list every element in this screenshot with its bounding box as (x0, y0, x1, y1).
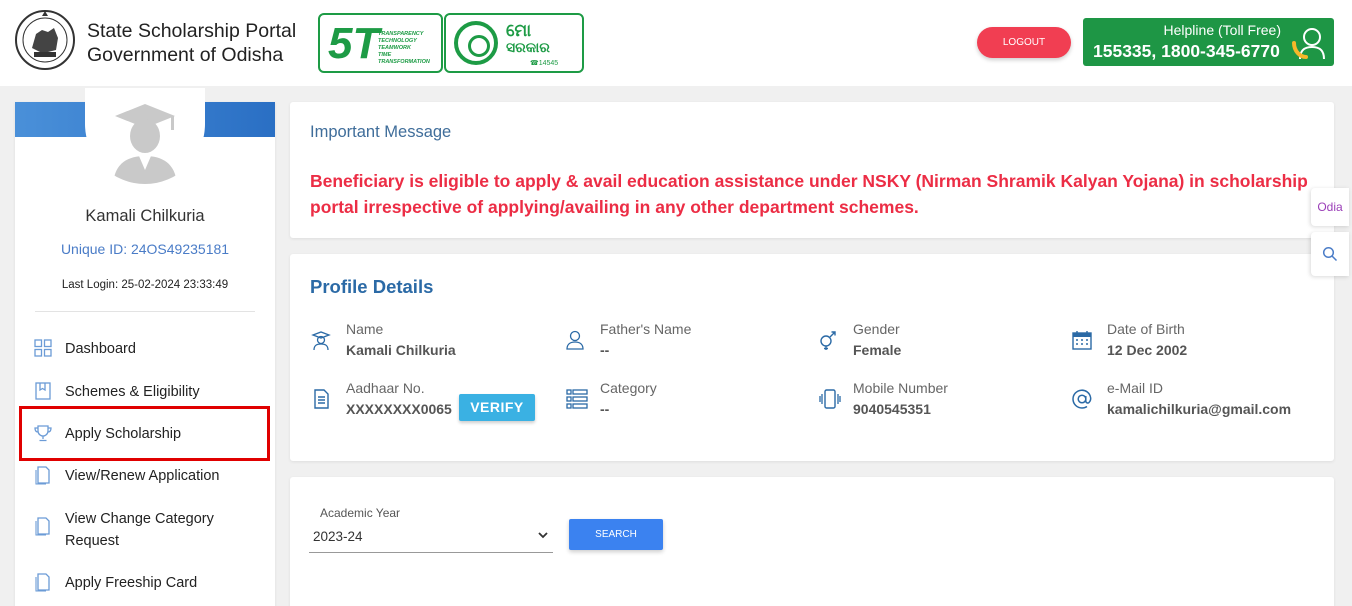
id-card-icon (314, 389, 329, 409)
profile-field-name: Name Kamali Chilkuria (310, 321, 560, 365)
mo-sarkar-logo: ମୋ ସରକାର ☎14545 (444, 13, 584, 73)
message-title: Important Message (310, 123, 452, 141)
sidebar-item-label: View Change Category Request (65, 511, 214, 549)
document-icon (35, 517, 50, 536)
field-label: Mobile Number (853, 380, 948, 396)
gender-icon (820, 331, 836, 350)
avatar (85, 88, 205, 184)
field-value: 12 Dec 2002 (1107, 342, 1188, 358)
sidebar-item-label: Dashboard (65, 341, 136, 357)
helpline-numbers: 155335, 1800-345-6770 (1093, 41, 1280, 61)
profile-field-dob: Date of Birth 12 Dec 2002 (1071, 321, 1321, 365)
profile-details-card: Profile Details Name Kamali Chilkuria Fa… (290, 254, 1334, 461)
field-value: 9040545351 (853, 401, 931, 417)
sidebar: Kamali Chilkuria Unique ID: 24OS49235181… (15, 88, 275, 606)
helpline-label: Helpline (Toll Free) (1163, 22, 1281, 38)
user-icon (566, 330, 584, 350)
top-header: State Scholarship Portal Government of O… (0, 0, 1352, 86)
phone-vibrate-icon (819, 389, 841, 409)
unique-id: Unique ID: 24OS49235181 (60, 241, 230, 257)
field-value: -- (600, 342, 610, 358)
profile-field-aadhaar: Aadhaar No. XXXXXXXX0065 VERIFY (310, 380, 560, 424)
document-icon (35, 573, 50, 592)
graduate-icon (311, 331, 331, 351)
field-value: Kamali Chilkuria (346, 342, 456, 358)
sidebar-divider (35, 311, 255, 312)
profile-field-email: e-Mail ID kamalichilkuria@gmail.com (1071, 380, 1321, 424)
chevron-down-icon (538, 532, 548, 539)
field-label: Aadhaar No. (346, 380, 425, 396)
field-label: Father's Name (600, 321, 692, 337)
call-agent-icon (1292, 28, 1325, 60)
book-icon (35, 382, 51, 400)
sidebar-item-label: Schemes & Eligibility (65, 384, 200, 400)
floating-search-tab[interactable] (1311, 232, 1349, 276)
helpline-box[interactable]: Helpline (Toll Free) 155335, 1800-345-67… (1083, 18, 1334, 66)
academic-year-search-card: Academic Year 2023-24 SEARCH (290, 477, 1334, 606)
portal-title-line1: State Scholarship Portal (87, 20, 297, 42)
portal-title: State Scholarship Portal Government of O… (87, 19, 296, 67)
5t-logo-words: TRANSPARENCY TECHNOLOGY TEAMWORK TIME TR… (378, 31, 430, 65)
profile-field-gender: Gender Female (817, 321, 1067, 365)
field-label: e-Mail ID (1107, 380, 1164, 396)
list-icon (566, 389, 588, 409)
at-icon (1072, 389, 1092, 409)
important-message-card: Important Message Beneficiary is eligibl… (290, 102, 1334, 238)
profile-title: Profile Details (310, 276, 434, 297)
field-value: -- (600, 401, 610, 417)
sidebar-item-label: View/Renew Application (65, 468, 220, 484)
document-icon (35, 466, 50, 485)
verify-aadhaar-button[interactable]: VERIFY (459, 394, 535, 421)
sidebar-item-label: Apply Freeship Card (65, 575, 198, 591)
odia-language-tab[interactable]: Odia (1311, 188, 1349, 226)
field-value: kamalichilkuria@gmail.com (1107, 401, 1292, 417)
field-value: XXXXXXXX0065 (346, 401, 452, 417)
mo-sarkar-emblem-icon (454, 21, 498, 65)
field-label: Name (346, 321, 384, 337)
academic-year-value: 2023-24 (313, 529, 363, 544)
5t-logo: 5T TRANSPARENCY TECHNOLOGY TEAMWORK TIME… (318, 13, 443, 73)
field-label: Date of Birth (1107, 321, 1185, 337)
grid-icon (34, 339, 52, 357)
field-value: Female (853, 342, 902, 358)
5t-logo-mark: 5T (328, 19, 380, 68)
portal-title-line2: Government of Odisha (87, 44, 284, 66)
search-button[interactable]: SEARCH (569, 519, 663, 550)
user-name: Kamali Chilkuria (85, 207, 205, 225)
message-body: Beneficiary is eligible to apply & avail… (310, 171, 1308, 217)
academic-year-label: Academic Year (320, 506, 401, 520)
search-icon (1322, 246, 1338, 262)
graduate-avatar-icon (113, 104, 177, 184)
field-label: Category (600, 380, 657, 396)
profile-field-father-name: Father's Name -- (564, 321, 814, 365)
profile-field-mobile: Mobile Number 9040545351 (817, 380, 1067, 424)
odisha-emblem-logo (15, 10, 75, 70)
academic-year-select[interactable]: 2023-24 (309, 526, 553, 553)
field-label: Gender (853, 321, 900, 337)
last-login: Last Login: 25-02-2024 23:33:49 (61, 279, 229, 291)
logout-button[interactable]: LOGOUT (977, 27, 1071, 58)
calendar-icon (1072, 331, 1092, 350)
apply-scholarship-highlight (19, 406, 270, 461)
profile-field-category: Category -- (564, 380, 814, 424)
